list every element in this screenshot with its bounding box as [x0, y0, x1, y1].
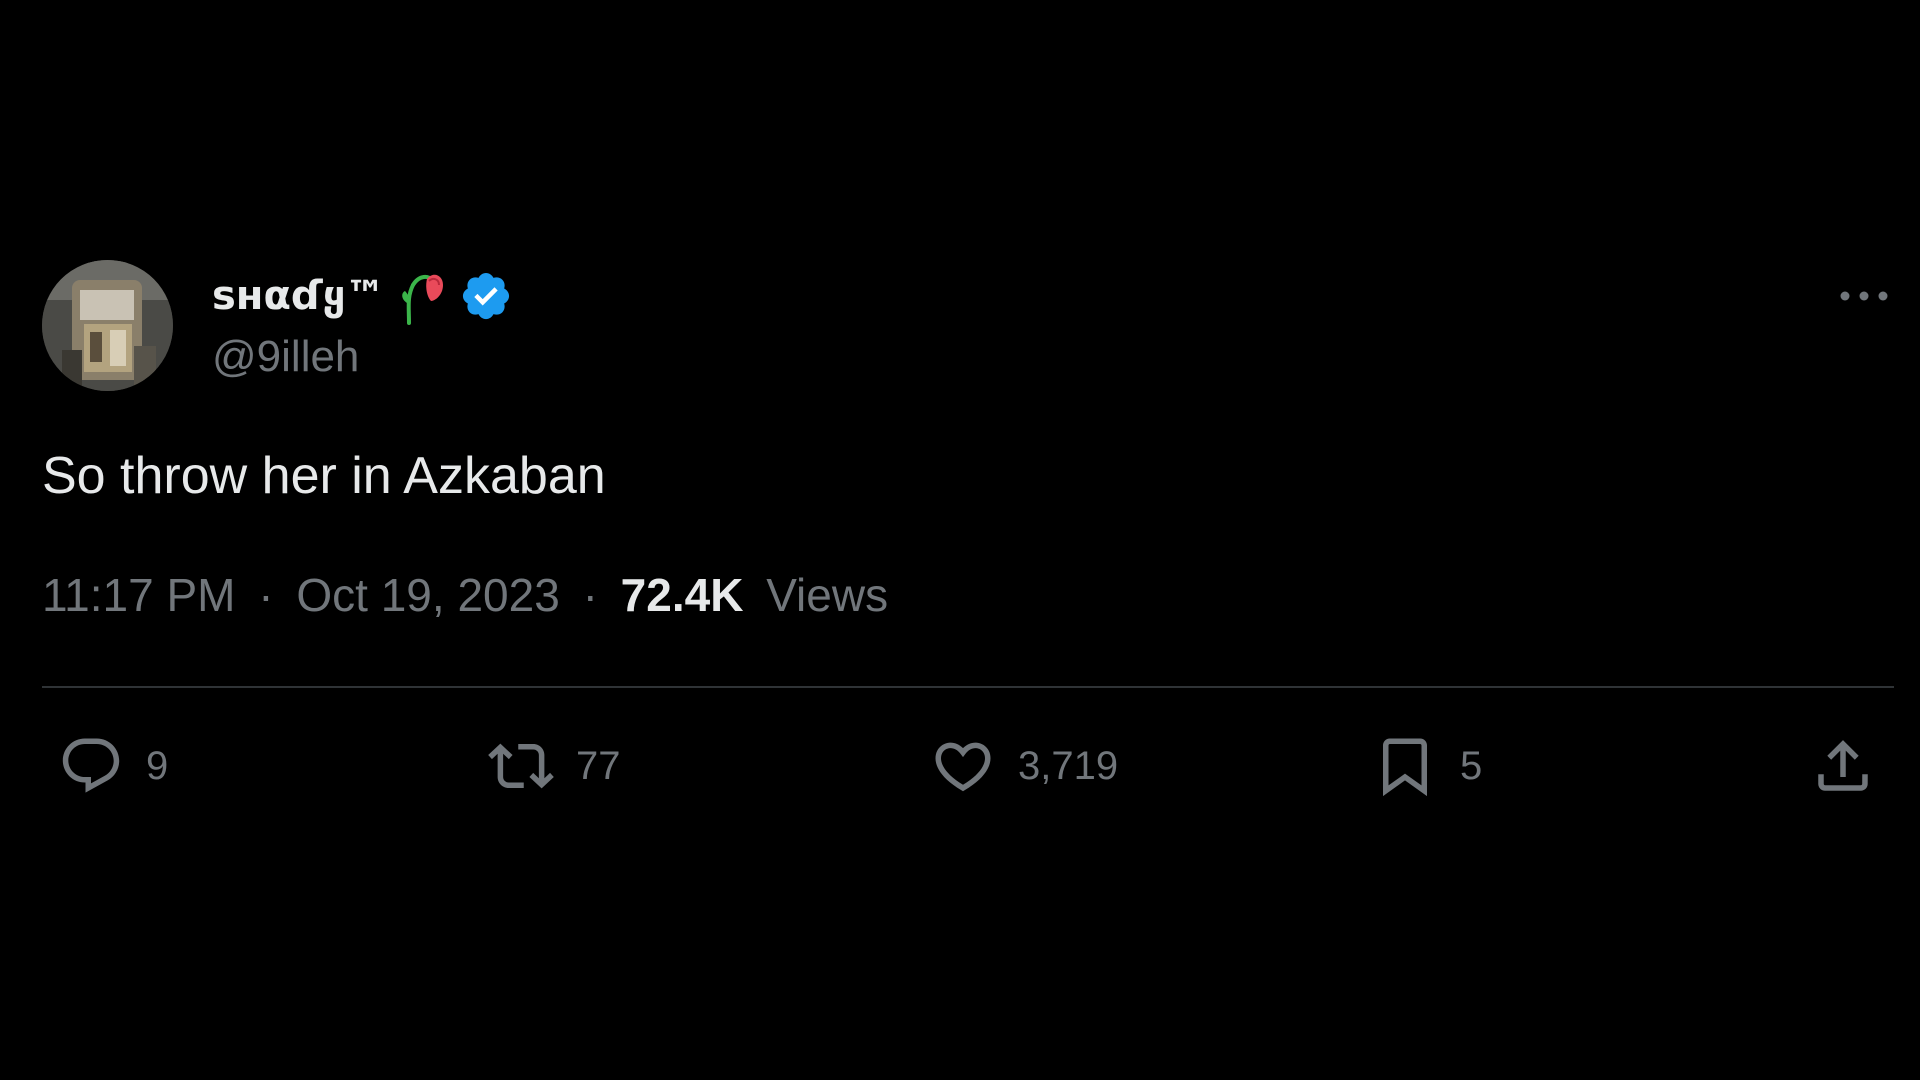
author-handle[interactable]: @9illeh	[212, 332, 359, 382]
repost-button[interactable]: 77	[488, 726, 621, 806]
views-label: Views	[766, 569, 889, 621]
heart-icon	[935, 742, 991, 792]
wilted-rose-icon	[402, 274, 444, 325]
display-name[interactable]: sʜαɗყ™	[212, 273, 385, 319]
meta-separator: ·	[258, 569, 274, 621]
verified-badge-icon	[463, 272, 510, 320]
tweet-meta: 11:17 PM · Oct 19, 2023 · 72.4K Views	[42, 568, 888, 622]
author-name-row[interactable]: sʜαɗყ™	[212, 266, 513, 326]
reply-icon	[62, 738, 120, 793]
share-icon	[1818, 740, 1868, 791]
bookmark-icon	[1383, 738, 1427, 797]
tweet-date[interactable]: Oct 19, 2023	[296, 569, 559, 621]
avatar[interactable]	[42, 260, 173, 391]
reply-button[interactable]: 9	[58, 726, 168, 806]
tweet: sʜαɗყ™ @9illeh So throw her in Azkaban 1…	[42, 250, 1894, 810]
views-count[interactable]: 72.4K	[621, 569, 744, 621]
meta-separator: ·	[582, 569, 598, 621]
share-button[interactable]	[1810, 726, 1876, 806]
divider	[42, 686, 1894, 688]
action-bar: 9 77 3,719 5	[42, 726, 1894, 806]
like-button[interactable]: 3,719	[930, 726, 1118, 806]
more-horizontal-icon	[1840, 291, 1888, 301]
like-count: 3,719	[1018, 743, 1119, 788]
tweet-time[interactable]: 11:17 PM	[42, 569, 235, 621]
tweet-text: So throw her in Azkaban	[42, 447, 606, 505]
bookmark-count: 5	[1460, 743, 1483, 788]
bookmark-button[interactable]: 5	[1372, 726, 1482, 806]
reply-count: 9	[146, 743, 169, 788]
avatar-image	[42, 260, 173, 391]
repost-icon	[488, 743, 554, 789]
more-options-button[interactable]	[1834, 276, 1894, 316]
repost-count: 77	[576, 743, 621, 788]
